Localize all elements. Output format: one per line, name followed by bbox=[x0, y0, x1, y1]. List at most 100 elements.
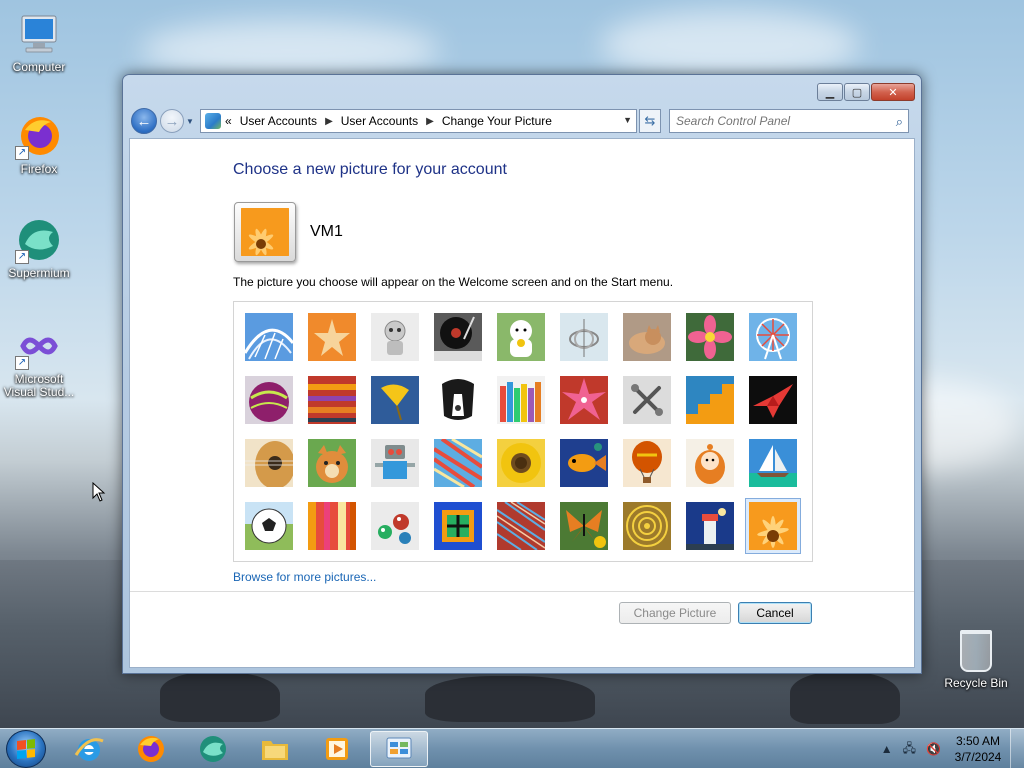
page-title: Choose a new picture for your account bbox=[233, 161, 507, 178]
picture-marbles[interactable] bbox=[371, 502, 419, 550]
address-dropdown-icon[interactable]: ▼ bbox=[623, 115, 632, 125]
picture-stairs[interactable] bbox=[686, 376, 734, 424]
picture-balloon[interactable] bbox=[623, 439, 671, 487]
supermium-icon bbox=[200, 736, 226, 762]
content-pane: Choose a new picture for your account VM… bbox=[129, 138, 915, 668]
desktop-icon-firefox[interactable]: ↗ Firefox bbox=[1, 112, 77, 176]
shortcut-arrow-icon: ↗ bbox=[15, 146, 29, 160]
divider bbox=[130, 591, 914, 592]
desktop-icon-recycle-bin[interactable]: Recycle Bin bbox=[940, 630, 1012, 690]
desktop-icon-label: Firefox bbox=[20, 162, 58, 176]
shortcut-arrow-icon: ↗ bbox=[15, 250, 29, 264]
search-input[interactable] bbox=[676, 114, 876, 128]
recent-pages-dropdown[interactable]: ▼ bbox=[186, 117, 198, 126]
visual-studio-icon: ↗ bbox=[15, 322, 63, 370]
maximize-button[interactable]: ▢ bbox=[844, 83, 870, 101]
shortcut-arrow-icon: ↗ bbox=[15, 356, 29, 370]
desktop-icon-visual-studio[interactable]: ↗ Microsoft Visual Stud... bbox=[1, 322, 77, 399]
picture-paper-star[interactable] bbox=[560, 376, 608, 424]
picture-stripes[interactable] bbox=[308, 502, 356, 550]
breadcrumb-separator-icon[interactable]: ▶ bbox=[325, 116, 333, 127]
breadcrumb-overflow[interactable]: « bbox=[225, 114, 232, 128]
picture-doll[interactable] bbox=[686, 439, 734, 487]
rock bbox=[790, 672, 900, 724]
change-picture-button[interactable]: Change Picture bbox=[619, 602, 731, 624]
desktop-icon-label: Supermium bbox=[8, 266, 70, 280]
folder-icon bbox=[262, 741, 288, 760]
picture-fabric[interactable] bbox=[308, 376, 356, 424]
refresh-button[interactable]: ⇆ bbox=[639, 109, 661, 133]
current-picture bbox=[234, 202, 296, 262]
picture-roller-coaster[interactable] bbox=[245, 313, 293, 361]
search-icon[interactable]: ⌕ bbox=[896, 114, 903, 130]
rock bbox=[160, 672, 280, 722]
close-button[interactable]: ✕ bbox=[871, 83, 915, 101]
breadcrumb-change-your-picture[interactable]: Change Your Picture bbox=[442, 114, 552, 128]
clock[interactable]: 3:50 AM 3/7/2024 bbox=[946, 733, 1010, 765]
picture-starfish[interactable] bbox=[308, 313, 356, 361]
windows-logo-icon bbox=[17, 739, 35, 759]
control-panel-icon bbox=[205, 113, 221, 129]
picture-sailboat[interactable] bbox=[749, 439, 797, 487]
internet-explorer-icon bbox=[74, 738, 104, 761]
volume-muted-icon[interactable]: 🔇 bbox=[926, 742, 941, 756]
cloud bbox=[600, 10, 860, 80]
picture-gyroscope[interactable] bbox=[560, 313, 608, 361]
network-icon[interactable]: 🖧 bbox=[903, 739, 916, 760]
back-button[interactable]: ← bbox=[131, 108, 157, 134]
rock bbox=[425, 676, 595, 722]
control-panel-window: ▁ ▢ ✕ ← → ▼ « User Accounts ▶ User Accou… bbox=[122, 74, 922, 674]
picture-daisy[interactable] bbox=[745, 498, 801, 554]
picture-window[interactable] bbox=[434, 502, 482, 550]
taskbar-control-panel[interactable] bbox=[370, 731, 428, 767]
picture-grid bbox=[233, 301, 813, 562]
picture-origami-crane[interactable] bbox=[749, 376, 797, 424]
address-bar[interactable]: « User Accounts ▶ User Accounts ▶ Change… bbox=[200, 109, 637, 133]
picture-lucky-cat[interactable] bbox=[497, 313, 545, 361]
picture-tin-robot[interactable] bbox=[371, 439, 419, 487]
start-button[interactable] bbox=[6, 730, 46, 768]
breadcrumb-user-accounts[interactable]: User Accounts bbox=[240, 114, 317, 128]
picture-ferris-wheel[interactable] bbox=[749, 313, 797, 361]
picture-butterfly[interactable] bbox=[560, 502, 608, 550]
picture-patterns[interactable] bbox=[497, 502, 545, 550]
taskbar-supermium[interactable] bbox=[184, 731, 242, 767]
show-desktop-button[interactable] bbox=[1010, 729, 1024, 768]
breadcrumb-user-accounts-2[interactable]: User Accounts bbox=[341, 114, 418, 128]
picture-crayons[interactable] bbox=[497, 376, 545, 424]
picture-jacks[interactable] bbox=[623, 376, 671, 424]
desktop-icon-computer[interactable]: Computer bbox=[1, 10, 77, 74]
picture-lighthouse[interactable] bbox=[686, 502, 734, 550]
picture-ball[interactable] bbox=[245, 376, 293, 424]
cancel-button[interactable]: Cancel bbox=[738, 602, 812, 624]
picture-fish[interactable] bbox=[560, 439, 608, 487]
taskbar-media-player[interactable] bbox=[308, 731, 366, 767]
browse-more-pictures-link[interactable]: Browse for more pictures... bbox=[233, 570, 376, 584]
picture-robot-toy[interactable] bbox=[371, 313, 419, 361]
taskbar-file-explorer[interactable] bbox=[246, 731, 304, 767]
system-tray: ▲ 🖧 🔇 3:50 AM 3/7/2024 bbox=[876, 729, 1024, 768]
breadcrumb-separator-icon[interactable]: ▶ bbox=[426, 116, 434, 127]
picture-record-player[interactable] bbox=[434, 313, 482, 361]
forward-button[interactable]: → bbox=[160, 109, 184, 133]
picture-kitten[interactable] bbox=[623, 313, 671, 361]
picture-knit-fabric[interactable] bbox=[434, 439, 482, 487]
picture-dog[interactable] bbox=[434, 376, 482, 424]
picture-puppy[interactable] bbox=[308, 439, 356, 487]
minimize-button[interactable]: ▁ bbox=[817, 83, 843, 101]
recycle-bin-icon bbox=[960, 630, 992, 672]
taskbar-firefox[interactable] bbox=[122, 731, 180, 767]
search-box[interactable]: ⌕ bbox=[669, 109, 909, 133]
picture-ginkgo-leaf[interactable] bbox=[371, 376, 419, 424]
picture-sunflower[interactable] bbox=[497, 439, 545, 487]
picture-pink-flower[interactable] bbox=[686, 313, 734, 361]
picture-spiral[interactable] bbox=[623, 502, 671, 550]
desktop-icon-label: Microsoft Visual Stud... bbox=[3, 372, 75, 399]
desktop-icon-supermium[interactable]: ↗ Supermium bbox=[1, 216, 77, 280]
show-hidden-icons-icon[interactable]: ▲ bbox=[881, 742, 893, 756]
mouse-cursor-icon bbox=[92, 482, 106, 502]
control-panel-icon bbox=[386, 737, 412, 759]
picture-guitar[interactable] bbox=[245, 439, 293, 487]
taskbar-internet-explorer[interactable] bbox=[60, 731, 118, 767]
picture-soccer-ball[interactable] bbox=[245, 502, 293, 550]
